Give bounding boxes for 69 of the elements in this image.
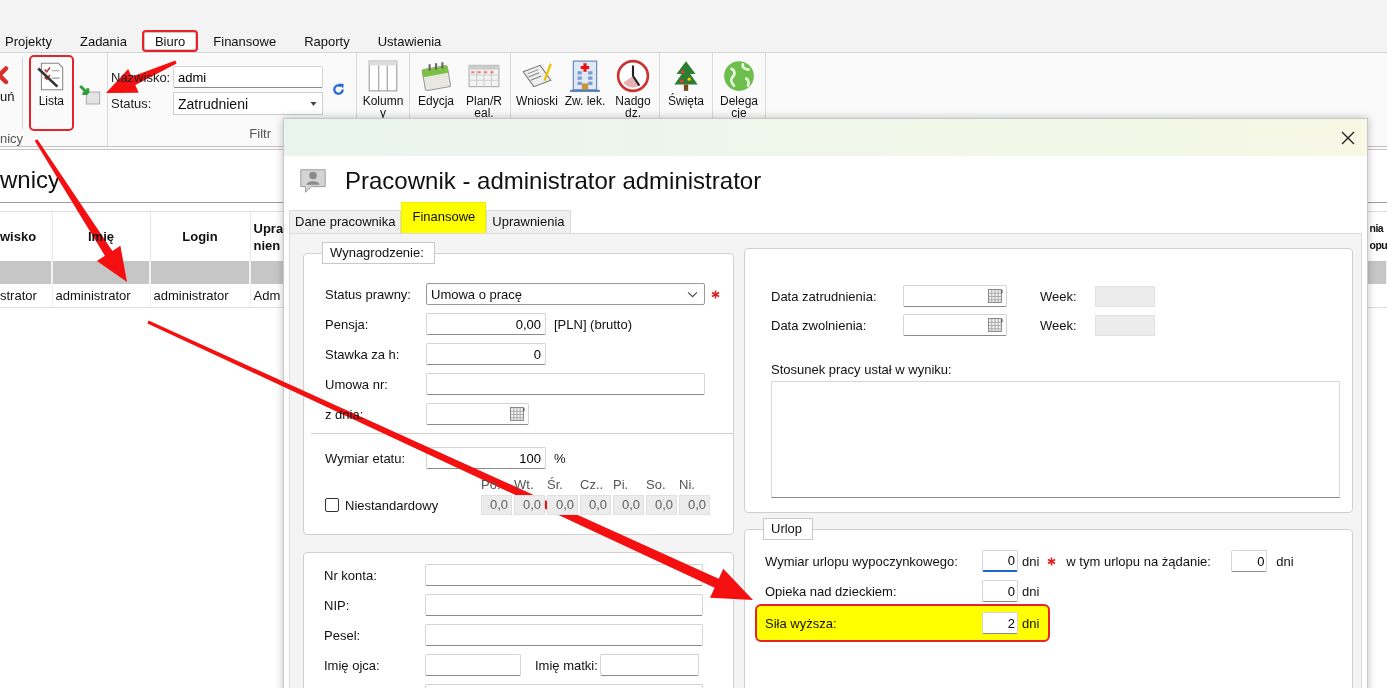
menu-tab[interactable]: Projekty xyxy=(0,30,65,52)
day-field: 0,0 xyxy=(547,495,578,515)
dialog-title: Pracownik - administrator administrator xyxy=(345,167,762,195)
field-label: Data zwolnienia: xyxy=(771,317,868,333)
field-label: Nr konta: xyxy=(324,567,378,583)
toolbar-button[interactable]: Święta xyxy=(663,55,709,131)
menu-tab[interactable]: Biuro xyxy=(141,30,199,52)
field-label: Stawka za h: xyxy=(325,346,401,362)
day-field: 0,0 xyxy=(646,495,677,515)
field-label: Week: xyxy=(1040,317,1078,333)
field-label: Pensja: xyxy=(325,316,370,332)
day-field: 0,0 xyxy=(679,495,710,515)
field-label: Wymiar urlopu wypoczynkowego: xyxy=(765,553,959,569)
day-label: So. xyxy=(646,477,667,494)
menu-tab[interactable]: Finansowe xyxy=(200,30,290,52)
table-cell: strator xyxy=(0,284,52,308)
day-field: 0,0 xyxy=(481,495,512,515)
day-label: Ni. xyxy=(679,477,696,494)
group-title: Urlop xyxy=(763,518,814,540)
group-title: Wynagrodzenie: xyxy=(322,242,435,264)
toolbar-button[interactable]: uń xyxy=(0,55,18,131)
input-field[interactable]: 0 xyxy=(982,580,1018,602)
day-label: Wt. xyxy=(514,477,535,494)
group-label: Filtr xyxy=(248,126,272,143)
input-field[interactable]: 0 xyxy=(982,550,1018,572)
field-label: w tym urlopu na żądanie: xyxy=(1066,553,1212,569)
unit-label: % xyxy=(554,450,566,466)
field-label: Wymiar etatu: xyxy=(325,450,407,466)
menu-tab[interactable]: Ustawienia xyxy=(364,30,455,52)
input-field[interactable]: 2 xyxy=(982,612,1018,634)
menu-tab[interactable]: Zadania xyxy=(66,30,140,52)
day-field: 0,0 xyxy=(514,495,545,515)
field-label: Data zatrudnienia: xyxy=(771,288,878,304)
group-label: nicy xyxy=(0,131,25,147)
day-field: 0,0 xyxy=(580,495,611,515)
day-field: 0,0 xyxy=(613,495,644,515)
field-label: Opieka nad dzieckiem: xyxy=(765,583,898,599)
unit-label: [PLN] (brutto) xyxy=(554,316,633,332)
tab[interactable]: Uprawnienia xyxy=(486,210,571,233)
field-label: Pesel: xyxy=(324,627,362,643)
tab[interactable]: Finansowe xyxy=(401,202,487,233)
unit-label: dni xyxy=(1022,615,1040,631)
unit-label: dni xyxy=(1022,583,1040,599)
unit-label: dni xyxy=(1022,553,1040,569)
field-label: Siła wyższa: xyxy=(765,615,838,631)
input-field[interactable]: 0 xyxy=(426,343,546,365)
toolbar-button[interactable]: Lista xyxy=(28,55,74,131)
checkbox-label: Niestandardowy xyxy=(345,497,439,513)
search-field[interactable]: admi xyxy=(173,66,323,88)
field-label: Umowa nr: xyxy=(325,376,389,392)
day-label: Cz.. xyxy=(580,477,605,494)
field-label: Stosunek pracy ustał w wyniku: xyxy=(771,362,953,377)
field-label: NIP: xyxy=(324,597,351,613)
field-label: Imię ojca: xyxy=(324,657,381,673)
tab[interactable]: Dane pracownika xyxy=(289,210,402,233)
field-label: Status: xyxy=(111,96,153,111)
table-cell: administrator xyxy=(52,284,150,308)
input-field[interactable]: 0,00 xyxy=(426,313,546,335)
menu-tab[interactable]: Raporty xyxy=(291,30,363,52)
dropdown[interactable]: Umowa o pracę xyxy=(426,283,705,305)
table-cell: administrator xyxy=(150,284,250,308)
status-dropdown[interactable]: Zatrudnieni xyxy=(173,92,323,115)
day-label: Śr. xyxy=(547,477,564,494)
field-label: Status prawny: xyxy=(325,286,412,302)
input-field[interactable]: 0 xyxy=(1231,550,1268,572)
field-label: Week: xyxy=(1040,288,1078,304)
unit-label: dni xyxy=(1276,553,1294,569)
field-label: Imię matki: xyxy=(535,657,598,673)
day-label: Pi. xyxy=(613,477,630,494)
